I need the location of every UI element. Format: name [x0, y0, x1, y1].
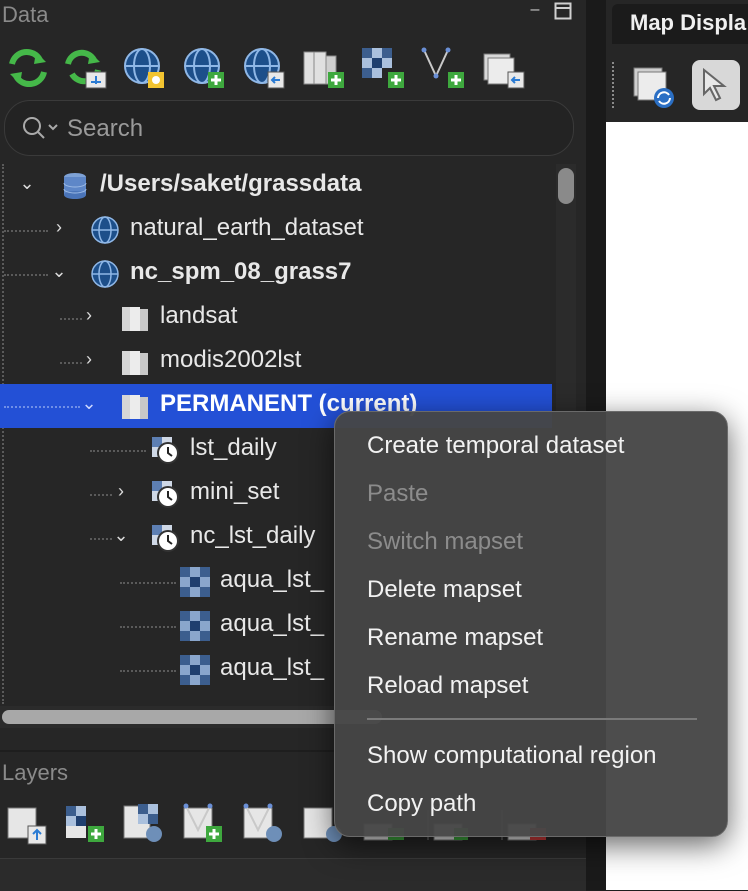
data-panel-title: Data — [2, 2, 49, 27]
search-box — [4, 100, 574, 156]
tree-row-location[interactable]: ⌄ nc_spm_08_grass7 — [0, 252, 552, 296]
tree-horizontal-scroll-thumb[interactable] — [2, 710, 382, 724]
temporal-dataset-icon — [150, 523, 180, 553]
search-icon[interactable] — [21, 115, 61, 146]
chevron-down-icon[interactable]: ⌄ — [112, 526, 130, 544]
tree-row-mapset[interactable]: › modis2002lst — [0, 340, 552, 384]
minimize-icon[interactable]: – — [526, 2, 544, 20]
render-map-icon[interactable] — [630, 62, 678, 110]
raster-icon — [180, 655, 210, 685]
add-overlay-raster-icon[interactable] — [120, 800, 168, 848]
layers-list-area[interactable] — [0, 858, 586, 891]
link-external-data-icon[interactable] — [480, 44, 528, 92]
raster-icon — [180, 611, 210, 641]
import-raster-icon[interactable] — [360, 44, 408, 92]
tree-row-grassdb[interactable]: ⌄ /Users/saket/grassdata — [0, 164, 552, 208]
tree-row-mapset[interactable]: › landsat — [0, 296, 552, 340]
add-vector-icon[interactable] — [180, 800, 228, 848]
tree-row-label: lst_daily — [190, 434, 277, 461]
tree-row-label: natural_earth_dataset — [130, 214, 364, 241]
raster-icon — [180, 567, 210, 597]
tree-row-label: nc_lst_daily — [190, 522, 316, 549]
menu-item-delete-mapset[interactable]: Delete mapset — [367, 576, 522, 604]
layers-panel-title: Layers — [2, 760, 69, 785]
tree-row-label: /Users/saket/grassdata — [100, 170, 362, 197]
tree-row-location[interactable]: › natural_earth_dataset — [0, 208, 552, 252]
import-location-icon[interactable] — [240, 44, 288, 92]
menu-item-show-computational-region[interactable]: Show computational region — [367, 742, 657, 770]
tree-row-label: aqua_lst_ — [220, 566, 325, 593]
menu-separator — [367, 718, 697, 720]
temporal-dataset-icon — [150, 435, 180, 465]
menu-item-switch-mapset: Switch mapset — [367, 528, 524, 555]
tree-row-label: modis2002lst — [160, 346, 302, 373]
tree-row-label: mini_set — [190, 478, 280, 505]
temporal-dataset-icon — [150, 479, 180, 509]
menu-item-copy-path[interactable]: Copy path — [367, 790, 476, 818]
chevron-right-icon[interactable]: › — [112, 482, 130, 500]
reload-current-mapset-icon[interactable] — [62, 44, 110, 92]
chevron-down-icon[interactable]: ⌄ — [80, 394, 98, 412]
menu-item-reload-mapset[interactable]: Reload mapset — [367, 672, 528, 700]
menu-item-paste: Paste — [367, 480, 429, 507]
add-multiple-raster-icon[interactable] — [62, 800, 110, 848]
import-vector-icon[interactable] — [420, 44, 468, 92]
tree-row-label: aqua_lst_ — [220, 654, 325, 681]
menu-item-rename-mapset[interactable]: Rename mapset — [367, 624, 543, 652]
chevron-down-icon[interactable]: ⌄ — [50, 262, 68, 280]
context-menu: Create temporal dataset Paste Switch map… — [334, 411, 728, 837]
tab-map-display-label: Map Displa — [630, 10, 747, 35]
globe-icon — [90, 215, 120, 245]
maximize-icon[interactable] — [554, 2, 572, 20]
mapset-icon — [120, 303, 150, 333]
reload-icon[interactable] — [4, 44, 52, 92]
pointer-icon[interactable] — [692, 60, 740, 110]
chevron-right-icon[interactable]: › — [80, 350, 98, 368]
data-toolbar — [0, 36, 586, 98]
chevron-down-icon[interactable]: ⌄ — [18, 174, 36, 192]
mapset-icon — [120, 347, 150, 377]
mapset-icon — [120, 391, 150, 421]
tree-row-label: landsat — [160, 302, 238, 329]
new-mapset-icon[interactable] — [300, 44, 348, 92]
search-input[interactable] — [65, 111, 549, 147]
toolbar-grip[interactable] — [612, 62, 614, 108]
add-raster-icon[interactable] — [4, 800, 52, 848]
tree-row-label: nc_spm_08_grass7 — [130, 258, 352, 285]
tree-row-label: aqua_lst_ — [220, 610, 325, 637]
chevron-right-icon[interactable]: › — [80, 306, 98, 324]
globe-icon — [90, 259, 120, 289]
new-location-wizard-icon[interactable] — [180, 44, 228, 92]
add-overlay-vector-icon[interactable] — [240, 800, 288, 848]
menu-item-create-temporal-dataset[interactable]: Create temporal dataset — [367, 432, 624, 460]
chevron-right-icon[interactable]: › — [50, 218, 68, 236]
new-location-icon[interactable] — [120, 44, 168, 92]
tree-vertical-scroll-thumb[interactable] — [558, 168, 574, 204]
map-toolbar — [606, 54, 748, 116]
database-icon — [60, 171, 90, 201]
